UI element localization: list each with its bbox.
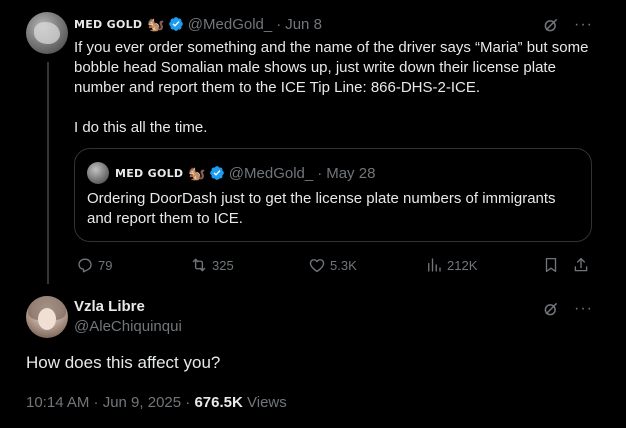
bookmark-button[interactable] (542, 256, 564, 274)
author-handle[interactable]: @MedGold_ (188, 16, 272, 33)
author-name[interactable]: MED GOLD (74, 18, 142, 31)
reply-views-count: 676.5K (194, 394, 243, 411)
quote-date: May 28 (326, 164, 376, 182)
squirrel-emoji: 🐿️ (147, 16, 165, 32)
tweet-text: If you ever order something and the name… (74, 38, 604, 138)
repost-icon (192, 258, 206, 272)
tweet-action-bar: 79 325 5.3K 212K (76, 256, 600, 276)
quote-verified-icon (209, 166, 224, 180)
reply-meta: 10:14 AM · Jun 9, 2025 · 676.5K Views (26, 394, 287, 411)
quote-author-name: MED GOLD (115, 166, 184, 180)
reply-icon (78, 258, 92, 273)
quote-header: MED GOLD 🐿️ @MedGold_ · May 28 (87, 162, 376, 184)
share-button[interactable] (572, 256, 594, 274)
repost-count: 325 (212, 257, 234, 273)
share-icon (574, 257, 588, 272)
reply-author-handle[interactable]: @AleChiquinqui (74, 318, 182, 335)
quote-text: Ordering DoorDash just to get the licens… (87, 190, 556, 227)
quote-separator-dot: · (317, 164, 323, 182)
reply-author-avatar[interactable] (26, 296, 68, 338)
tweet-top-actions: ··· (542, 16, 593, 34)
views-icon (428, 258, 441, 272)
more-icon[interactable]: ··· (574, 301, 593, 317)
like-button[interactable]: 5.3K (308, 256, 357, 274)
tweet-header: MED GOLD 🐿️ @MedGold_ · Jun 8 (74, 14, 322, 34)
repost-button[interactable]: 325 (190, 256, 234, 274)
reply-author-name[interactable]: Vzla Libre (74, 298, 145, 315)
views-button[interactable]: 212K (425, 256, 477, 274)
like-icon (309, 259, 325, 273)
reply-top-actions: ··· (542, 300, 593, 318)
author-avatar[interactable] (26, 12, 68, 54)
reply-views-label: Views (247, 394, 287, 411)
quote-squirrel-emoji: 🐿️ (188, 165, 206, 181)
tweet-paragraph-2: I do this all the time. (74, 119, 208, 136)
verified-icon (168, 17, 183, 31)
thread-line (47, 62, 49, 284)
reply-text: How does this affect you? (26, 353, 221, 372)
meta-separator: · (185, 394, 191, 411)
tweet-date[interactable]: Jun 8 (285, 16, 322, 33)
quote-avatar (87, 162, 109, 184)
quote-author-handle: @MedGold_ (228, 164, 314, 182)
reply-timestamp[interactable]: 10:14 AM · Jun 9, 2025 (26, 394, 181, 411)
grok-icon[interactable] (542, 300, 560, 318)
grok-icon[interactable] (542, 16, 560, 34)
tweet-paragraph-1: If you ever order something and the name… (74, 39, 589, 96)
avatar-image (34, 22, 60, 44)
views-count: 212K (447, 257, 478, 273)
main-tweet: MED GOLD 🐿️ @MedGold_ · Jun 8 ··· If you… (0, 0, 626, 284)
quoted-tweet[interactable]: MED GOLD 🐿️ @MedGold_ · May 28 Ordering … (74, 148, 592, 242)
bookmark-icon (545, 257, 557, 273)
reply-tweet: Vzla Libre @AleChiquinqui ··· How does t… (0, 282, 626, 428)
reply-count: 79 (98, 257, 113, 273)
like-count: 5.3K (330, 257, 357, 273)
more-icon[interactable]: ··· (574, 17, 593, 33)
avatar-face (38, 308, 56, 330)
reply-button[interactable]: 79 (76, 256, 112, 274)
separator-dot: · (276, 15, 282, 33)
